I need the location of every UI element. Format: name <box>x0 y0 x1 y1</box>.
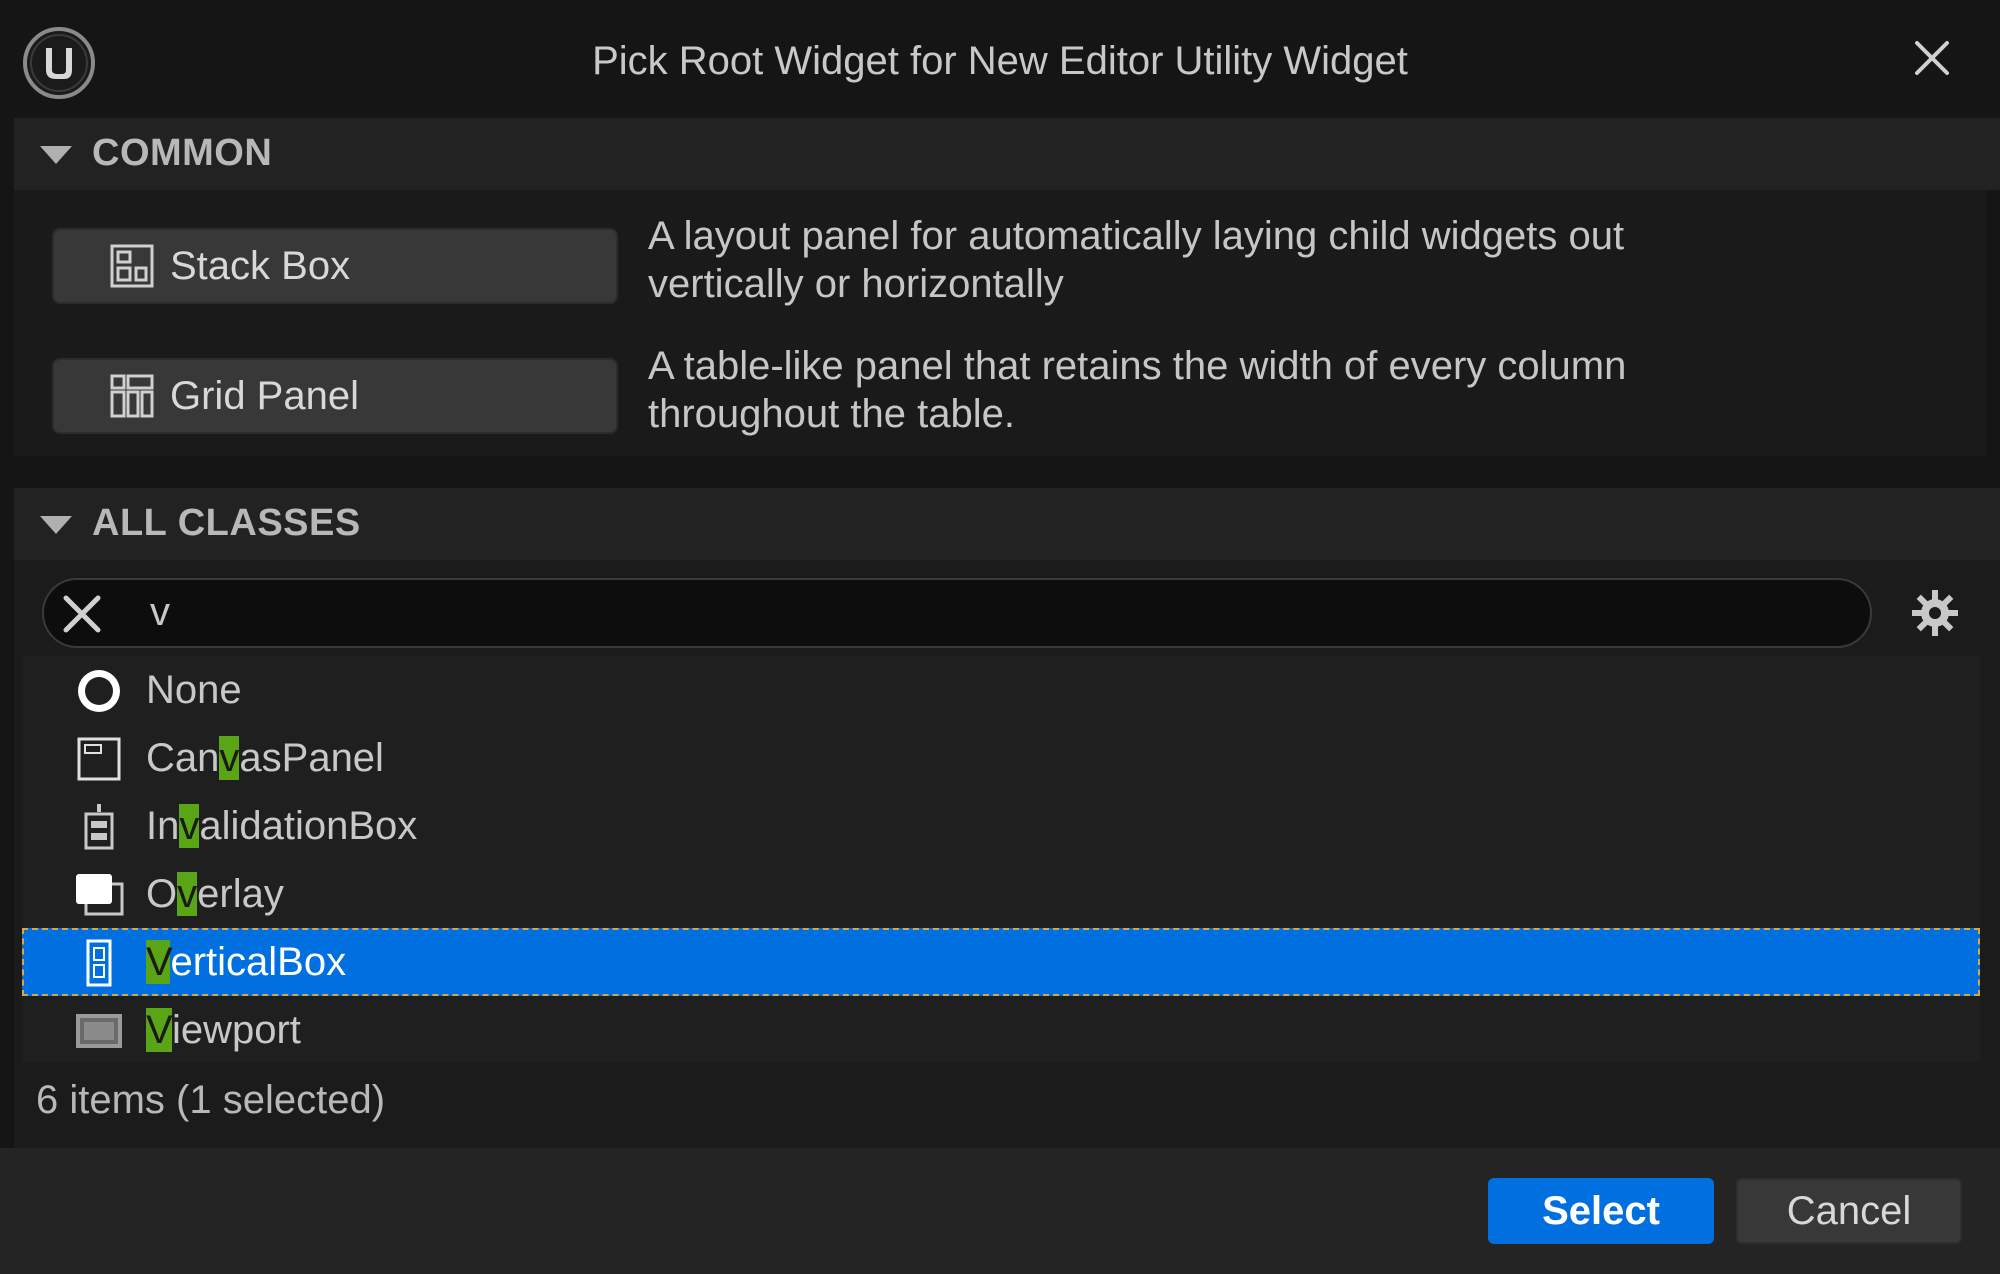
settings-button[interactable] <box>1906 584 1964 642</box>
list-item-invalidationbox[interactable]: InvalidationBox <box>22 792 1980 860</box>
search-match-highlight: v <box>179 804 200 848</box>
close-button[interactable] <box>1902 28 1962 88</box>
search-match-highlight: V <box>146 940 171 984</box>
stack-box-button[interactable]: Stack Box <box>52 228 618 304</box>
list-item-none[interactable]: None <box>22 656 1980 724</box>
select-button[interactable]: Select <box>1488 1178 1714 1244</box>
collapse-triangle-icon <box>40 146 72 164</box>
invalidation-box-icon <box>84 804 114 850</box>
grid-panel-label: Grid Panel <box>170 373 359 418</box>
stack-box-description-line2: vertically or horizontally <box>648 262 1064 306</box>
list-item-label: None <box>146 668 242 712</box>
all-classes-section-label: ALL CLASSES <box>92 502 361 544</box>
status-text: 6 items (1 selected) <box>36 1078 386 1122</box>
search-match-highlight: V <box>146 1008 172 1052</box>
grid-panel-button[interactable]: Grid Panel <box>52 358 618 434</box>
list-item-label: InvalidationBox <box>146 804 418 848</box>
gear-icon <box>1912 590 1958 636</box>
window-title: Pick Root Widget for New Editor Utility … <box>592 39 1408 83</box>
none-icon <box>78 670 120 712</box>
grid-panel-description: A table-like panel that retains the widt… <box>648 342 1988 438</box>
stack-box-label: Stack Box <box>170 243 351 288</box>
list-item-overlay[interactable]: Overlay <box>22 860 1980 928</box>
grid-panel-icon <box>110 374 154 418</box>
common-section-label: COMMON <box>92 132 273 174</box>
list-item-label: Viewport <box>146 1008 301 1052</box>
all-classes-section-header[interactable]: ALL CLASSES <box>14 488 2000 560</box>
common-section-body: Stack Box A layout panel for automatical… <box>14 190 1986 456</box>
stack-box-icon <box>110 244 154 288</box>
search-match-highlight: v <box>177 872 198 916</box>
clear-icon <box>63 595 101 633</box>
search-match-highlight: v <box>219 736 240 780</box>
vertical-box-icon <box>86 939 112 987</box>
canvas-panel-icon <box>77 737 121 781</box>
overlay-icon <box>76 874 124 916</box>
list-item-canvaspanel[interactable]: CanvasPanel <box>22 724 1980 792</box>
search-input[interactable] <box>148 586 1848 638</box>
common-section-header[interactable]: COMMON <box>14 118 2000 190</box>
list-item-label: CanvasPanel <box>146 736 384 780</box>
list-item-label: VerticalBox <box>146 940 347 984</box>
grid-panel-description-line2: throughout the table. <box>648 392 1015 436</box>
stack-box-description-line1: A layout panel for automatically laying … <box>648 214 1625 258</box>
close-icon <box>1915 41 1949 75</box>
cancel-button[interactable]: Cancel <box>1736 1178 1962 1244</box>
collapse-triangle-icon <box>40 516 72 534</box>
search-clear-button[interactable] <box>54 590 110 638</box>
stack-box-description: A layout panel for automatically laying … <box>648 212 1988 308</box>
list-item-verticalbox[interactable]: VerticalBox <box>22 928 1980 996</box>
viewport-icon <box>76 1014 122 1048</box>
grid-panel-description-line1: A table-like panel that retains the widt… <box>648 344 1627 388</box>
list-item-viewport[interactable]: Viewport <box>22 996 1980 1064</box>
list-item-label: Overlay <box>146 872 284 916</box>
